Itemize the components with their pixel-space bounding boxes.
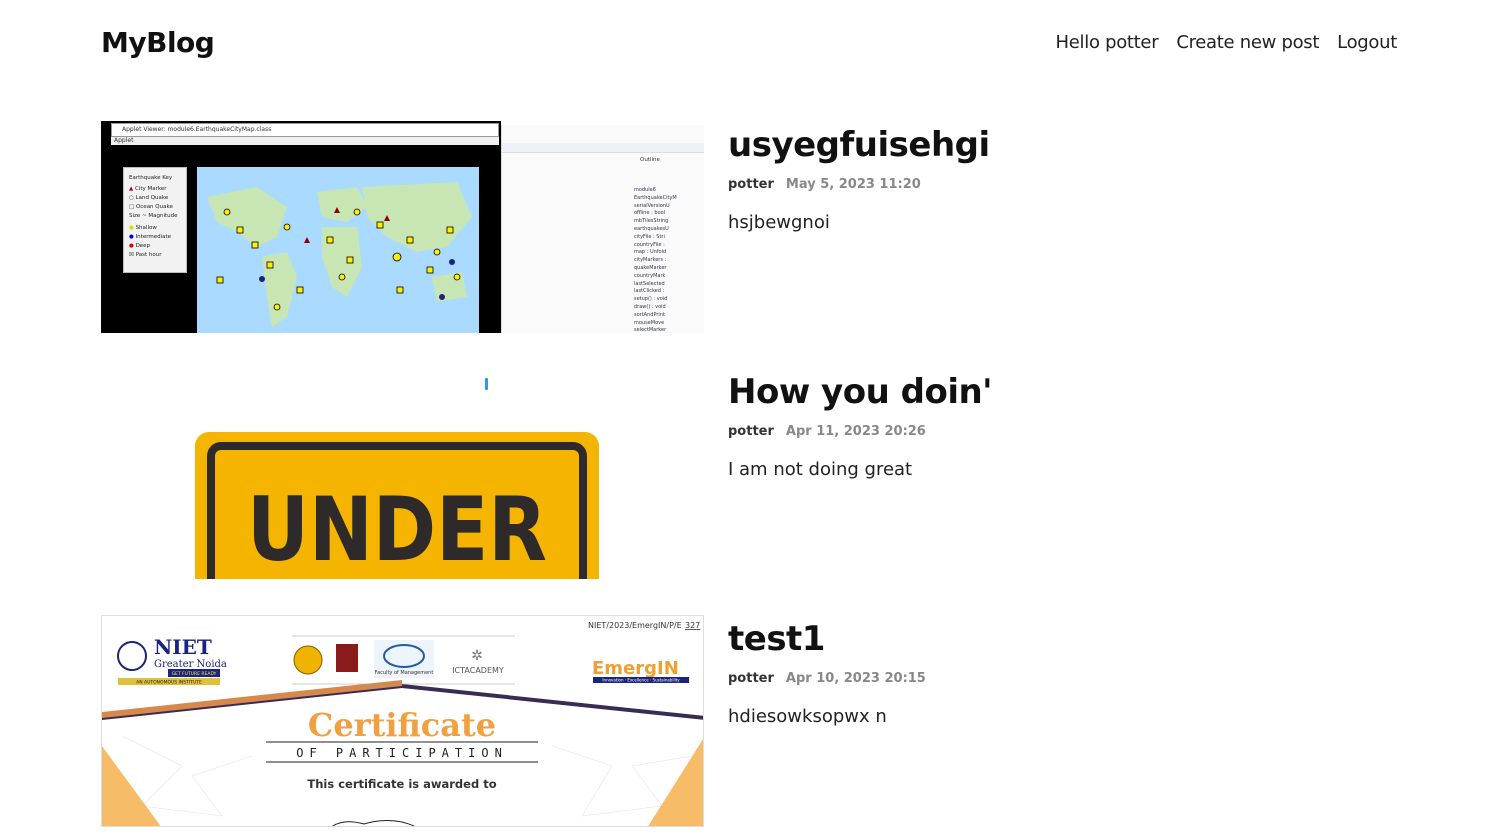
key-item: ○ Land Quake (129, 195, 169, 201)
outline-item: offline : bool (634, 210, 666, 217)
outline-item: sortAndPrint (634, 311, 665, 318)
post-card: UNDER How you doin' potter Apr 11, 2023 … (101, 368, 1397, 580)
emergin-logo: EmergIN (592, 658, 679, 679)
outline-item: draw() : void (634, 303, 666, 310)
post-time: Apr 11, 2023 20:26 (785, 424, 926, 439)
post-info: potter May 5, 2023 11:20 (728, 177, 990, 192)
post-title[interactable]: How you doin' (728, 372, 993, 412)
cert-ref-suffix: 327 (685, 621, 700, 630)
post-image[interactable]: NIET/2023/EmergIN/P/E 327 NIET Greater N… (101, 615, 704, 827)
post-texts: How you doin' potter Apr 11, 2023 20:26 … (728, 368, 993, 480)
outline-item: lastClicked : (634, 288, 665, 295)
world-map-graphic (197, 167, 479, 333)
key-title: Earthquake Key (129, 175, 173, 181)
cert-ref: NIET/2023/EmergIN/P/E (588, 621, 682, 630)
outline-item: module6 (634, 187, 656, 193)
post-card: Applet Viewer: module6.EarthquakeCityMap… (101, 121, 1397, 333)
post-author[interactable]: potter (728, 177, 774, 192)
outline-item: quakeMarker (634, 264, 667, 271)
nav-logout[interactable]: Logout (1337, 32, 1397, 53)
outline-item: cityMarkers : (634, 257, 667, 264)
nav-create-post[interactable]: Create new post (1176, 32, 1319, 53)
niet-tagline: GET FUTURE READY (172, 671, 217, 677)
post-summary: hdiesowksopwx n (728, 706, 887, 727)
faculty-text: Faculty of Management (375, 670, 434, 676)
earthquake-key: Earthquake Key ▲ City Marker ○ Land Quak… (123, 167, 187, 273)
outline-item: earthquakesU (634, 225, 669, 232)
key-item: ☒ Past hour (129, 252, 162, 258)
outline-item: cityFile : Stri (634, 233, 665, 240)
key-item: ● Intermediate (129, 234, 172, 240)
outline-item: EarthquakeCityM (634, 194, 677, 201)
post-summary: I am not doing great (728, 459, 913, 480)
emergin-tagline: Innovation · Excellence · Sustainability (602, 678, 680, 683)
outline-title: Outline (640, 157, 660, 163)
post-title[interactable]: test1 (728, 619, 926, 659)
outline-list: module6 EarthquakeCityM serialVersionU o… (634, 187, 696, 333)
ictacademy-text: ICTACADEMY (452, 666, 504, 675)
certificate-graphic: NIET/2023/EmergIN/P/E 327 NIET Greater N… (102, 616, 703, 826)
post-info: potter Apr 11, 2023 20:26 (728, 424, 992, 439)
site-header: MyBlog Hello potter Create new post Logo… (101, 22, 1397, 66)
niet-location: Greater Noida (154, 659, 227, 670)
main-nav: Hello potter Create new post Logout (1056, 32, 1398, 53)
sign-text: UNDER (247, 478, 547, 580)
outline-item: selectMarker (634, 327, 667, 333)
under-construction-sign: UNDER (101, 378, 704, 580)
outline-item: setup() : void (634, 296, 668, 303)
post-author[interactable]: potter (728, 671, 774, 686)
post-info: potter Apr 10, 2023 20:15 (728, 671, 926, 686)
key-item: ▲ City Marker (129, 186, 167, 192)
nav-hello-user[interactable]: Hello potter (1056, 32, 1159, 53)
key-item: ● Deep (129, 243, 151, 249)
niet-logo-text: NIET (154, 635, 212, 659)
applet-menu: Applet (111, 137, 499, 145)
ide-toolbar (502, 143, 704, 153)
post-time: Apr 10, 2023 20:15 (785, 671, 926, 686)
outline-item: countryFile : (634, 241, 665, 248)
outline-item: mbTilesString (634, 218, 669, 225)
key-item: □ Ocean Quake (129, 204, 173, 210)
applet-window-title: Applet Viewer: module6.EarthquakeCityMap… (111, 123, 499, 137)
outline-item: countryMark (634, 272, 666, 279)
certificate-title: Certificate (308, 706, 496, 744)
post-image[interactable]: UNDER (101, 368, 704, 580)
post-texts: usyegfuisehgi potter May 5, 2023 11:20 h… (728, 121, 990, 233)
key-item: Size ~ Magnitude (129, 213, 178, 219)
participation-text: OF PARTICIPATION (296, 746, 508, 760)
post-time: May 5, 2023 11:20 (785, 177, 921, 192)
ide-panel: Outline module6 EarthquakeCityM serialVe… (501, 125, 704, 333)
niet-autonomous: AN AUTONOMOUS INSTITUTE (136, 680, 202, 686)
site-logo[interactable]: MyBlog (101, 26, 215, 59)
awarded-text: This certificate is awarded to (307, 777, 496, 791)
world-map (197, 167, 479, 333)
outline-item: mouseMove (634, 319, 665, 326)
outline-item: serialVersionU (634, 202, 670, 209)
post-texts: test1 potter Apr 10, 2023 20:15 hdiesowk… (728, 615, 926, 727)
outline-item: lastSelected (634, 280, 665, 287)
post-summary: hsjbewgnoi (728, 212, 830, 233)
post-title[interactable]: usyegfuisehgi (728, 125, 990, 165)
key-item: ● Shallow (129, 225, 157, 231)
outline-item: map : Unfold (634, 249, 667, 256)
ict-icon: ✲ (471, 648, 483, 664)
post-author[interactable]: potter (728, 424, 774, 439)
post-image[interactable]: Applet Viewer: module6.EarthquakeCityMap… (101, 121, 704, 333)
post-card: NIET/2023/EmergIN/P/E 327 NIET Greater N… (101, 615, 1397, 827)
